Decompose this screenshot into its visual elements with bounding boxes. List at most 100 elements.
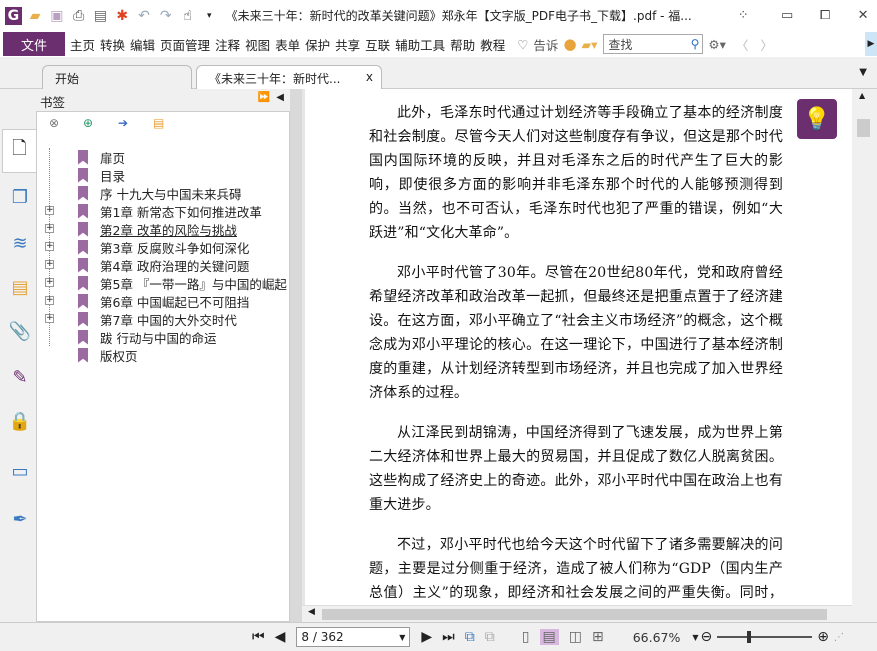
vertical-scrollbar[interactable]: ▲	[852, 89, 877, 622]
expand-bookmark-button[interactable]: +	[45, 242, 54, 251]
menu-help[interactable]: 帮助	[450, 35, 475, 54]
expand-bookmark-button[interactable]: +	[45, 260, 54, 269]
back-icon[interactable]: 〈	[736, 35, 749, 54]
settings-gear-icon[interactable]: ⚙▾	[708, 37, 725, 52]
layers-panel-icon[interactable]: ≋	[8, 231, 32, 255]
zoom-dropdown-icon[interactable]: ▼	[692, 633, 698, 642]
bookmark-item[interactable]: 序 十九大与中国未来兵碍	[78, 184, 241, 202]
menu-tutorial[interactable]: 教程	[480, 35, 505, 54]
bookmark-options-icon[interactable]: ▤	[153, 116, 164, 130]
ribbon-expand-icon[interactable]: ▶	[865, 32, 877, 56]
forward-icon[interactable]: 〉	[760, 35, 773, 54]
scroll-up-icon[interactable]: ▲	[859, 91, 865, 100]
search-input[interactable]: 查找 ⚲	[603, 34, 704, 54]
close-button[interactable]: ✕	[849, 8, 877, 23]
previous-page-icon[interactable]: ◀	[275, 629, 286, 645]
bookmarks-panel-icon[interactable]: 🗋	[2, 129, 36, 173]
zoom-out-icon[interactable]: ⊖	[701, 629, 713, 645]
customize-dropdown-icon[interactable]: ▾	[201, 7, 218, 25]
tell-me[interactable]: 告诉	[533, 35, 558, 54]
signature-panel-icon[interactable]: ✎	[8, 365, 32, 389]
print-icon[interactable]: ⎙	[70, 7, 87, 25]
properties-icon[interactable]: ▤	[92, 7, 109, 25]
tab-close-button[interactable]: x	[366, 70, 373, 84]
tab-list-dropdown-icon[interactable]: ▼	[859, 67, 867, 78]
menu-connect[interactable]: 互联	[365, 35, 390, 54]
bookmark-item[interactable]: 第4章 政府治理的关键问题	[78, 256, 249, 274]
hscroll-thumb[interactable]	[322, 609, 827, 620]
search-icon[interactable]: ⚲	[691, 37, 700, 51]
tab-start[interactable]: 开始	[42, 65, 192, 89]
zoom-level[interactable]: 66.67%	[633, 630, 681, 645]
first-page-icon[interactable]: ⏮	[252, 629, 265, 645]
restore-layout-icon[interactable]: ⁘	[729, 8, 757, 23]
maximize-button[interactable]: ⧠	[811, 8, 839, 23]
zoom-in-icon[interactable]: ⊕	[817, 629, 829, 645]
zoom-slider-thumb[interactable]	[747, 631, 752, 643]
expand-bookmark-button[interactable]: +	[45, 224, 54, 233]
bookmark-item[interactable]: 扉页	[78, 148, 125, 166]
bookmark-item[interactable]: 第5章 『一带一路』与中国的崛起	[78, 274, 287, 292]
menu-organize[interactable]: 页面管理	[160, 35, 210, 54]
feedback-heart-icon[interactable]: ●	[563, 35, 576, 53]
new-icon[interactable]: ✱	[114, 7, 131, 25]
security-panel-icon[interactable]: 🔒	[8, 409, 32, 433]
go-to-bookmark-icon[interactable]: ➔	[118, 116, 128, 130]
facing-page-icon[interactable]: ◫	[569, 629, 582, 645]
bookmark-item[interactable]: 跋 行动与中国的命运	[78, 328, 216, 346]
expand-bookmark-button[interactable]: +	[45, 314, 54, 323]
next-view-icon[interactable]: ⧉	[485, 629, 495, 645]
attachments-panel-icon[interactable]: 📎	[8, 319, 32, 343]
scroll-left-icon[interactable]: ◀	[308, 607, 315, 617]
previous-view-icon[interactable]: ⧉	[465, 629, 475, 645]
redo-icon[interactable]: ↷	[157, 7, 174, 25]
pages-panel-icon[interactable]: ❐	[8, 185, 32, 209]
menu-form[interactable]: 表单	[275, 35, 300, 54]
find-folder-icon[interactable]: ▰▾	[582, 37, 598, 52]
expand-bookmark-button[interactable]: +	[45, 206, 54, 215]
menu-comment[interactable]: 注释	[215, 35, 240, 54]
tab-document[interactable]: 《未来三十年：新时代... x	[196, 65, 382, 89]
expand-bookmark-button[interactable]: +	[45, 278, 54, 287]
menu-convert[interactable]: 转换	[100, 35, 125, 54]
lightbulb-tip-button[interactable]: 💡	[797, 99, 837, 139]
bookmark-item[interactable]: 版权页	[78, 346, 138, 364]
menu-protect[interactable]: 保护	[305, 35, 330, 54]
open-icon[interactable]: ▰	[27, 7, 44, 25]
bookmark-item[interactable]: 第6章 中国崛起已不可阻挡	[78, 292, 249, 310]
menu-edit[interactable]: 编辑	[130, 35, 155, 54]
delete-bookmark-icon[interactable]: ⊗	[49, 116, 59, 130]
minimize-button[interactable]: ▭	[773, 8, 801, 23]
menu-home[interactable]: 主页	[70, 35, 95, 54]
expand-bookmark-button[interactable]: +	[45, 296, 54, 305]
panel-splitter[interactable]	[290, 89, 302, 622]
bookmark-item[interactable]: 第7章 中国的大外交时代	[78, 310, 237, 328]
bookmark-item[interactable]: 目录	[78, 166, 125, 184]
comments-panel-icon[interactable]: ▤	[8, 275, 32, 299]
undo-icon[interactable]: ↶	[136, 7, 153, 25]
form-fields-panel-icon[interactable]: ▭	[8, 459, 32, 483]
resize-grip-icon[interactable]: ⋰	[834, 632, 844, 643]
page-number-input[interactable]: 8 / 362 ▼	[296, 627, 411, 647]
hand-tool-icon[interactable]: ☝	[179, 7, 196, 25]
page-dropdown-icon[interactable]: ▼	[399, 633, 405, 642]
menu-accessibility[interactable]: 辅助工具	[395, 35, 445, 54]
continuous-facing-icon[interactable]: ⊞	[592, 629, 604, 645]
last-page-icon[interactable]: ⏭	[442, 629, 455, 645]
next-page-icon[interactable]: ▶	[421, 629, 432, 645]
menu-view[interactable]: 视图	[245, 35, 270, 54]
save-icon[interactable]: ▣	[49, 7, 66, 25]
expand-panel-icon[interactable]: ⏩	[258, 92, 270, 103]
scroll-thumb[interactable]	[857, 119, 870, 137]
add-bookmark-icon[interactable]: ⊕	[83, 116, 93, 130]
collapse-panel-icon[interactable]: ◀	[276, 92, 284, 103]
certify-panel-icon[interactable]: ✒	[8, 507, 32, 531]
menu-share[interactable]: 共享	[335, 35, 360, 54]
continuous-page-icon[interactable]: ▤	[539, 629, 559, 645]
zoom-slider[interactable]	[717, 631, 813, 643]
bookmark-item[interactable]: 第3章 反腐败斗争如何深化	[78, 238, 249, 256]
file-menu[interactable]: 文件	[3, 32, 65, 56]
horizontal-scrollbar[interactable]: ◀	[302, 605, 852, 622]
bookmark-item[interactable]: 第1章 新常态下如何推进改革	[78, 202, 262, 220]
bookmark-item[interactable]: 第2章 改革的风险与挑战	[78, 220, 237, 238]
